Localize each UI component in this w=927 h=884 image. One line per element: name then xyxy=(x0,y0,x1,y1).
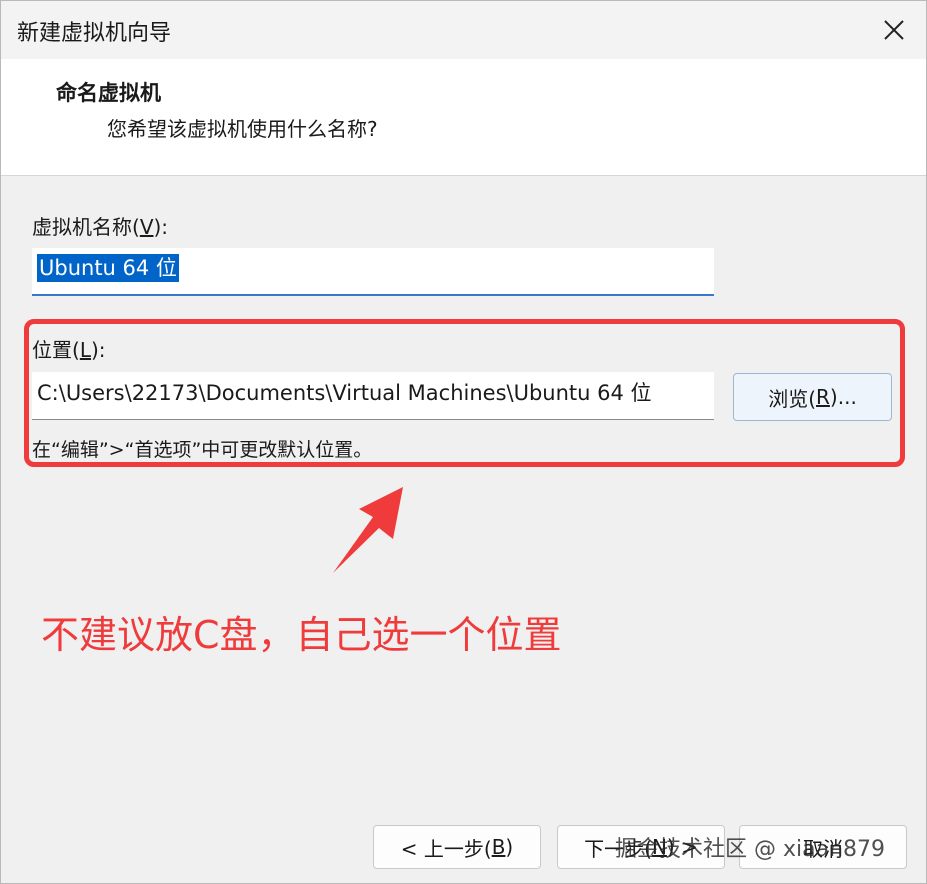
next-label: 下一步( xyxy=(584,836,652,861)
back-label-suffix: ) xyxy=(505,835,514,859)
next-label-suffix: ) > xyxy=(666,835,698,859)
back-button[interactable]: < 上一步(B) xyxy=(373,825,541,869)
highlight-box xyxy=(24,319,905,467)
page-subtitle: 您希望该虚拟机使用什么名称? xyxy=(107,117,378,141)
vm-name-label: 虚拟机名称(V): xyxy=(32,211,168,240)
page-title: 命名虚拟机 xyxy=(56,81,161,105)
next-label-key: N xyxy=(651,835,667,859)
cancel-button[interactable]: 取消 xyxy=(739,825,907,869)
cancel-label: 取消 xyxy=(803,836,843,861)
annotation-text: 不建议放C盘，自己选一个位置 xyxy=(41,613,562,657)
wizard-header: 命名虚拟机 您希望该虚拟机使用什么名称? xyxy=(1,59,926,176)
back-label: < 上一步( xyxy=(400,836,492,861)
next-button[interactable]: 下一步(N) > xyxy=(557,825,725,869)
window-title: 新建虚拟机向导 xyxy=(17,21,172,46)
vm-name-label-suffix: ): xyxy=(153,215,169,239)
vm-name-input[interactable]: Ubuntu 64 位 xyxy=(32,248,714,296)
arrow-up-annotation-icon xyxy=(333,487,403,573)
close-button[interactable] xyxy=(862,1,926,59)
close-icon xyxy=(884,20,904,40)
back-label-key: B xyxy=(491,835,506,859)
vm-name-label-text: 虚拟机名称( xyxy=(32,215,140,239)
wizard-window: 新建虚拟机向导 命名虚拟机 您希望该虚拟机使用什么名称? 虚拟机名称(V): U… xyxy=(0,0,927,884)
title-bar: 新建虚拟机向导 xyxy=(1,1,926,59)
vm-name-value: Ubuntu 64 位 xyxy=(37,254,179,282)
vm-name-label-key: V xyxy=(139,215,154,239)
